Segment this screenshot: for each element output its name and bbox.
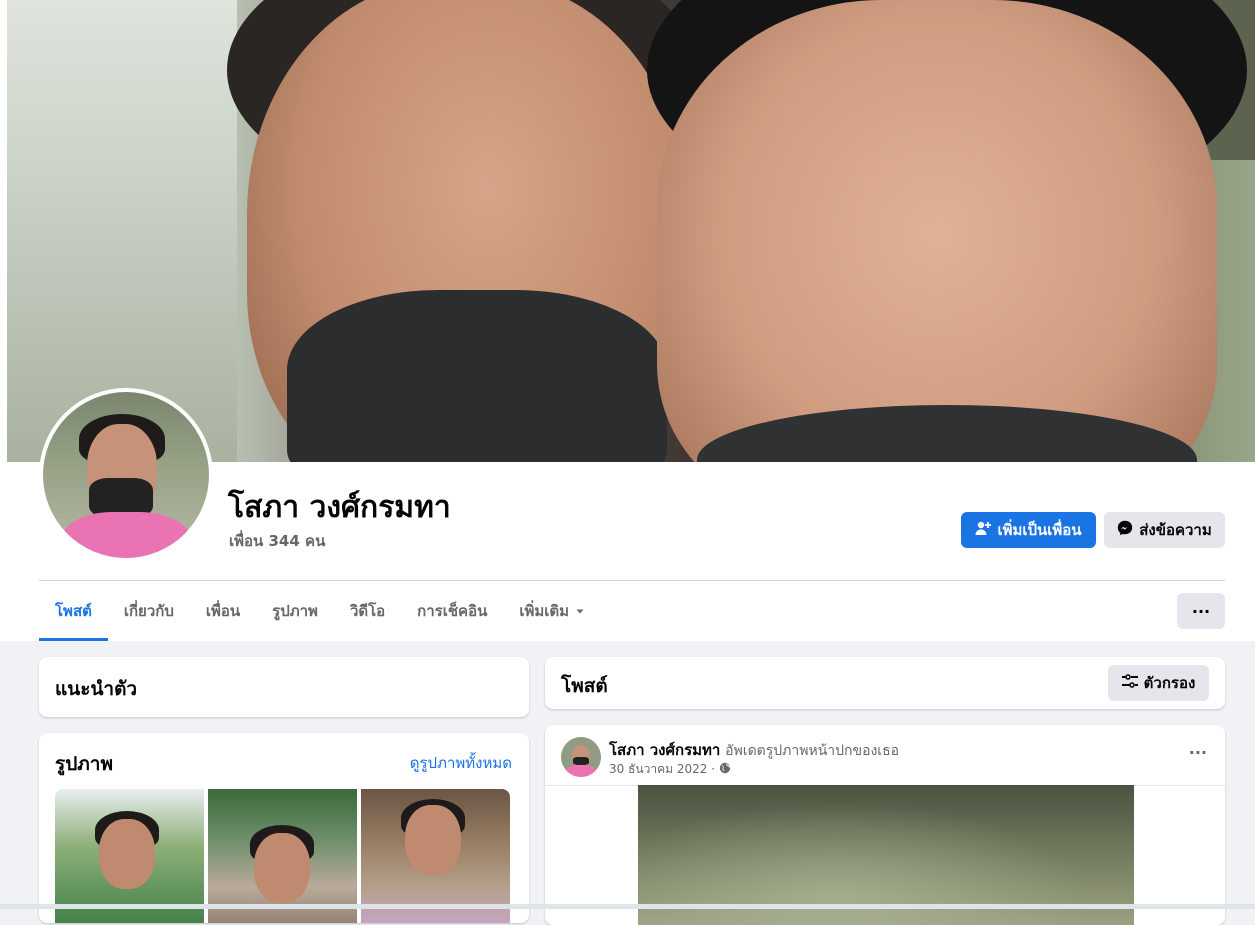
add-friend-button[interactable]: เพิ่มเป็นเพื่อน: [961, 512, 1096, 548]
tab-about-label: เกี่ยวกับ: [123, 602, 174, 620]
tab-more[interactable]: เพิ่มเติม: [503, 581, 601, 641]
see-all-photos-link[interactable]: ดูรูปภาพทั้งหมด: [410, 751, 512, 775]
post-header: โสภา วงศ์กรมทา อัพเดตรูปภาพหน้าปกของเธอ: [609, 738, 899, 762]
tab-videos[interactable]: วิดีโอ: [334, 581, 401, 641]
tab-friends-label: เพื่อน: [205, 602, 241, 620]
tab-posts-label: โพสต์: [55, 602, 92, 620]
tab-about[interactable]: เกี่ยวกับ: [108, 581, 190, 641]
message-label: ส่งข้อความ: [1139, 521, 1212, 539]
tab-more-label: เพิ่มเติม: [519, 602, 570, 620]
filter-button[interactable]: ตัวกรอง: [1108, 665, 1209, 701]
tab-photos-label: รูปภาพ: [272, 602, 318, 620]
tab-posts[interactable]: โพสต์: [39, 581, 108, 641]
photos-card: รูปภาพ ดูรูปภาพทั้งหมด: [39, 733, 529, 923]
posts-title: โพสต์: [561, 675, 608, 697]
globe-icon: [719, 762, 731, 777]
tab-videos-label: วิดีโอ: [349, 602, 386, 620]
photo-thumbnail[interactable]: [208, 789, 357, 923]
photo-thumbnail[interactable]: [361, 789, 510, 923]
photo-thumbnail[interactable]: [55, 789, 204, 923]
profile-more-button[interactable]: ···: [1177, 593, 1225, 629]
post-author-avatar[interactable]: [561, 737, 601, 777]
filter-icon: [1121, 674, 1138, 692]
cover-photo[interactable]: [7, 0, 1255, 462]
post-menu-button[interactable]: ···: [1189, 743, 1207, 762]
avatar[interactable]: [43, 392, 209, 558]
posts-header-card: โพสต์ ตัวกรอง: [545, 657, 1225, 709]
filter-label: ตัวกรอง: [1143, 674, 1196, 692]
add-friend-label: เพิ่มเป็นเพื่อน: [997, 521, 1082, 539]
message-button[interactable]: ส่งข้อความ: [1104, 512, 1225, 548]
bottom-edge: [0, 904, 1255, 909]
post-card: โสภา วงศ์กรมทา อัพเดตรูปภาพหน้าปกของเธอ …: [545, 725, 1225, 925]
messenger-icon: [1117, 520, 1133, 540]
tab-checkins-label: การเช็คอิน: [417, 602, 488, 620]
post-author-name[interactable]: โสภา วงศ์กรมทา: [609, 741, 720, 759]
photos-title: รูปภาพ: [55, 753, 113, 775]
caret-down-icon: [575, 602, 585, 620]
tab-friends[interactable]: เพื่อน: [190, 581, 256, 641]
profile-header: โสภา วงศ์กรมทา เพื่อน 344 คน เพิ่มเป็นเพ…: [0, 0, 1255, 641]
post-date[interactable]: 30 ธันวาคม 2022 ·: [609, 760, 715, 779]
profile-tabs: โพสต์ เกี่ยวกับ เพื่อน รูปภาพ วิดีโอ การ…: [39, 581, 601, 641]
tab-checkins[interactable]: การเช็คอิน: [401, 581, 503, 641]
intro-title: แนะนำตัว: [55, 678, 138, 700]
post-timestamp[interactable]: 30 ธันวาคม 2022 ·: [609, 760, 731, 779]
tab-photos[interactable]: รูปภาพ: [256, 581, 334, 641]
post-action-text: อัพเดตรูปภาพหน้าปกของเธอ: [725, 743, 900, 759]
more-icon: ···: [1191, 601, 1211, 621]
intro-card: แนะนำตัว: [39, 657, 529, 717]
friends-count[interactable]: เพื่อน 344 คน: [229, 529, 325, 553]
add-friend-icon: [975, 520, 992, 540]
profile-picture[interactable]: [39, 388, 213, 562]
profile-name: โสภา วงศ์กรมทา: [228, 490, 451, 525]
